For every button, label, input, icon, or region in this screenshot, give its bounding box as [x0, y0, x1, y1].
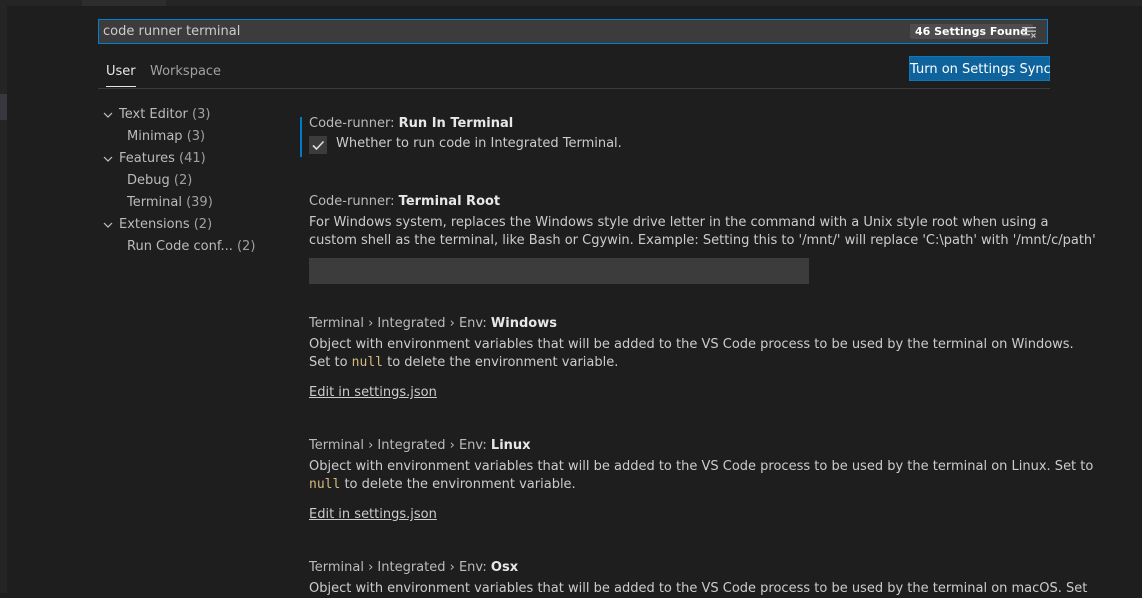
tab-workspace[interactable]: Workspace: [150, 64, 221, 86]
toc-item-label: Terminal: [127, 195, 182, 210]
description-text: to delete the environment variable.: [382, 355, 619, 370]
clear-filter-icon[interactable]: [1021, 25, 1037, 39]
setting-env-windows: Terminal › Integrated › Env: Windows Obj…: [309, 315, 1074, 372]
activity-bar-edge: [0, 6, 7, 593]
toc-item-debug[interactable]: Debug (2): [127, 170, 192, 192]
setting-name: Linux: [490, 438, 531, 453]
toc-item-label: Minimap: [127, 129, 183, 144]
setting-description: Object with environment variables that w…: [309, 458, 1094, 494]
setting-description: For Windows system, replaces the Windows…: [309, 214, 1096, 250]
checkbox-label: Whether to run code in Integrated Termin…: [336, 136, 622, 151]
setting-category: Terminal › Integrated › Env:: [309, 560, 491, 575]
chevron-down-icon: [103, 222, 113, 228]
description-line: Object with environment variables that w…: [309, 581, 1088, 596]
setting-description: Object with environment variables that w…: [309, 580, 1088, 598]
setting-env-osx: Terminal › Integrated › Env: Osx Object …: [309, 559, 1088, 598]
code-null: null: [351, 355, 383, 370]
edit-in-settings-json-link[interactable]: Edit in settings.json: [309, 385, 437, 400]
editor-tab-strip: [0, 0, 1142, 6]
settings-search-input[interactable]: [99, 20, 903, 43]
focused-setting-indicator: [300, 117, 302, 157]
setting-title: Terminal › Integrated › Env: Osx: [309, 559, 1049, 577]
setting-env-linux: Terminal › Integrated › Env: Linux Objec…: [309, 437, 1094, 494]
toc-item-count: (3): [192, 107, 211, 122]
description-line: Object with environment variables that w…: [309, 337, 1074, 352]
toc-item-count: (41): [179, 151, 206, 166]
setting-run-in-terminal: Code-runner: Run In Terminal: [309, 115, 1049, 133]
toc-item-features[interactable]: Features (41): [102, 148, 206, 170]
toc-item-count: (3): [186, 129, 206, 144]
toc-item-minimap[interactable]: Minimap (3): [127, 126, 205, 148]
toc-item-extensions[interactable]: Extensions (2): [102, 214, 212, 236]
settings-scope-tabs: User Workspace: [98, 58, 1050, 89]
toc-item-text-editor[interactable]: Text Editor (3): [102, 104, 210, 126]
description-line: Set to null to delete the environment va…: [309, 354, 1049, 372]
setting-name: Windows: [490, 316, 557, 331]
settings-search-box[interactable]: 46 Settings Found: [98, 19, 1048, 44]
setting-name: Terminal Root: [398, 194, 501, 209]
check-icon: [312, 140, 325, 151]
toc-item-count: (2): [236, 239, 256, 254]
toc-item-run-code-configuration[interactable]: Run Code conf... (2): [127, 236, 255, 258]
chevron-down-icon: [103, 156, 113, 162]
description-text: Set to: [309, 355, 352, 370]
tab-user[interactable]: User: [106, 64, 136, 87]
run-in-terminal-checkbox[interactable]: [309, 136, 327, 154]
toc-item-label: Run Code conf...: [127, 239, 233, 254]
results-count-badge: 46 Settings Found: [910, 24, 1034, 39]
toc-item-label: Text Editor: [119, 107, 188, 122]
description-line: null to delete the environment variable.: [309, 476, 1049, 494]
setting-category: Code-runner:: [309, 116, 399, 131]
setting-category: Terminal › Integrated › Env:: [309, 316, 491, 331]
description-line: custom shell as the terminal, like Bash …: [309, 233, 1096, 248]
toc-item-label: Extensions: [119, 217, 190, 232]
edit-in-settings-json-link[interactable]: Edit in settings.json: [309, 507, 437, 522]
setting-name: Run In Terminal: [398, 116, 514, 131]
description-line: Object with environment variables that w…: [309, 459, 1094, 474]
code-null: null: [309, 477, 341, 492]
toc-item-count: (2): [193, 217, 213, 232]
setting-title: Code-runner: Terminal Root: [309, 193, 1049, 211]
setting-title: Code-runner: Run In Terminal: [309, 115, 1049, 133]
editor-tab[interactable]: [82, 0, 166, 6]
toc-item-label: Debug: [127, 173, 170, 188]
toc-item-label: Features: [119, 151, 175, 166]
setting-category: Code-runner:: [309, 194, 399, 209]
toc-item-count: (39): [186, 195, 213, 210]
activity-bar-indicator: [0, 94, 7, 120]
setting-terminal-root: Code-runner: Terminal Root For Windows s…: [309, 193, 1096, 250]
setting-description: Object with environment variables that w…: [309, 336, 1074, 372]
description-text: to delete the environment variable.: [340, 477, 576, 492]
terminal-root-input[interactable]: [309, 258, 809, 284]
setting-name: Osx: [490, 560, 519, 575]
toc-item-terminal[interactable]: Terminal (39): [127, 192, 213, 214]
setting-title: Terminal › Integrated › Env: Windows: [309, 315, 1049, 333]
setting-category: Terminal › Integrated › Env:: [309, 438, 491, 453]
toc-item-count: (2): [173, 173, 193, 188]
chevron-down-icon: [103, 112, 113, 118]
description-line: For Windows system, replaces the Windows…: [309, 215, 1049, 230]
turn-on-settings-sync-button[interactable]: Turn on Settings Sync: [909, 56, 1051, 81]
setting-title: Terminal › Integrated › Env: Linux: [309, 437, 1049, 455]
